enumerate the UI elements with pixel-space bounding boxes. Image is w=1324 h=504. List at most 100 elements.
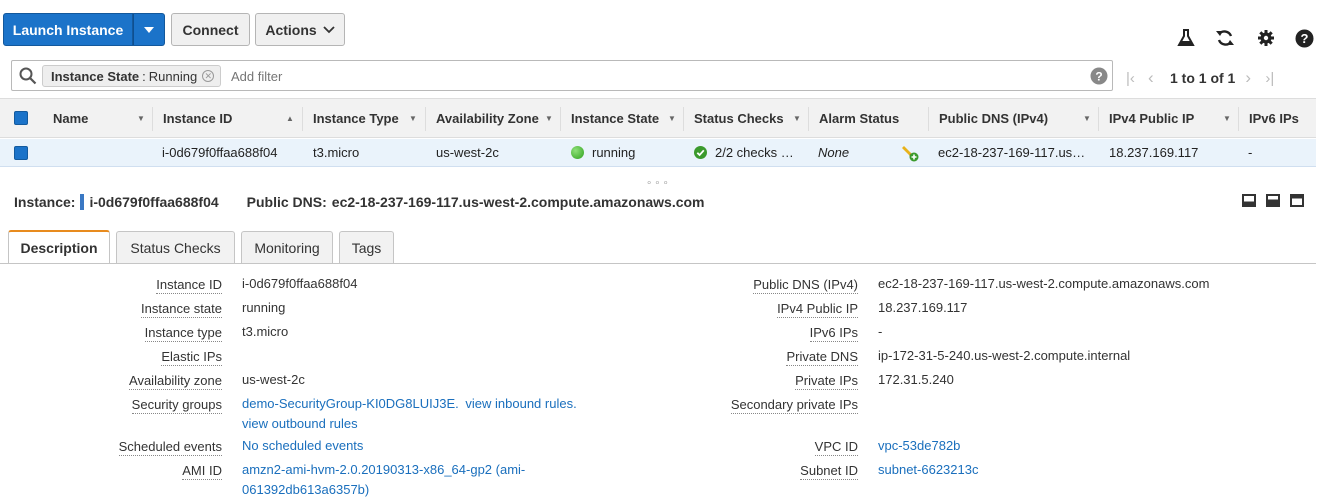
prev-page-button[interactable]: ‹ bbox=[1148, 68, 1168, 88]
ami-id-link[interactable]: amzn2-ami-hvm-2.0.20190313-x86_64-gp2 (a… bbox=[242, 462, 525, 477]
filter-chip[interactable]: Instance State : Running ✕ bbox=[42, 65, 222, 87]
running-status-icon bbox=[571, 146, 584, 159]
security-group-link[interactable]: demo-SecurityGroup-KI0DG8LUIJ3E. bbox=[242, 396, 459, 411]
label-instance-state: Instance state bbox=[141, 301, 222, 318]
sort-caret-icon[interactable]: ▼ bbox=[545, 114, 553, 123]
row-checkbox[interactable] bbox=[14, 146, 28, 160]
label-subnet-id: Subnet ID bbox=[800, 463, 858, 480]
sort-asc-icon[interactable]: ▲ bbox=[286, 114, 294, 123]
label-security-groups: Security groups bbox=[131, 397, 222, 414]
col-status-checks[interactable]: Status Checks bbox=[694, 99, 790, 137]
vpc-id-link[interactable]: vpc-53de782b bbox=[878, 438, 960, 453]
last-page-button[interactable]: ›| bbox=[1265, 70, 1274, 87]
panel-resize-handle[interactable]: ∘∘∘ bbox=[646, 179, 671, 189]
col-alarm-status[interactable]: Alarm Status bbox=[819, 99, 919, 137]
col-name[interactable]: Name bbox=[53, 99, 133, 137]
col-public-dns[interactable]: Public DNS (IPv4) bbox=[939, 99, 1079, 137]
flask-icon[interactable] bbox=[1176, 28, 1196, 48]
connect-button[interactable]: Connect bbox=[171, 13, 250, 46]
pager-text: 1 to 1 of 1 bbox=[1170, 70, 1236, 86]
label-instance-type: Instance type bbox=[144, 325, 222, 342]
sort-caret-icon[interactable]: ▼ bbox=[137, 114, 145, 123]
cell-name bbox=[53, 139, 143, 166]
label-instance-id: Instance ID bbox=[156, 277, 222, 294]
gear-icon[interactable] bbox=[1256, 28, 1276, 48]
filter-chip-value: Running bbox=[148, 68, 198, 84]
label-private-dns: Private DNS bbox=[786, 349, 858, 366]
remove-filter-icon[interactable]: ✕ bbox=[202, 70, 215, 82]
filter-help-icon[interactable]: ? bbox=[1090, 67, 1108, 85]
value-instance-state: running bbox=[242, 300, 286, 315]
launch-instance-button[interactable]: Launch Instance bbox=[3, 13, 133, 46]
launch-dropdown-button[interactable] bbox=[133, 13, 165, 46]
subnet-id-link[interactable]: subnet-6623213c bbox=[878, 462, 978, 477]
sort-caret-icon[interactable]: ▼ bbox=[409, 114, 417, 123]
cell-ipv6-ips: - bbox=[1248, 145, 1253, 160]
tab-description[interactable]: Description bbox=[8, 230, 110, 264]
label-ipv4-public-ip: IPv4 Public IP bbox=[777, 301, 858, 318]
public-dns-heading: ec2-18-237-169-117.us-west-2.compute.ama… bbox=[331, 194, 705, 210]
value-security-groups: demo-SecurityGroup-KI0DG8LUIJ3E. view in… bbox=[242, 396, 577, 411]
check-circle-icon bbox=[694, 146, 707, 159]
chevron-down-icon bbox=[323, 25, 335, 33]
col-availability-zone[interactable]: Availability Zone bbox=[436, 99, 544, 137]
col-instance-id[interactable]: Instance ID bbox=[163, 99, 283, 137]
col-instance-state[interactable]: Instance State bbox=[571, 99, 665, 137]
cell-instance-state: running bbox=[571, 139, 681, 166]
next-page-button[interactable]: › bbox=[1245, 68, 1265, 88]
tab-monitoring[interactable]: Monitoring bbox=[241, 231, 333, 263]
table-row[interactable]: i-0d679f0ffaa688f04 t3.micro us-west-2c … bbox=[0, 139, 1316, 167]
instance-color-tag bbox=[80, 194, 85, 210]
instance-id-heading: i-0d679f0ffaa688f04 bbox=[89, 194, 219, 210]
add-filter-input[interactable] bbox=[231, 65, 831, 87]
label-scheduled-events: Scheduled events bbox=[118, 439, 222, 456]
col-instance-type[interactable]: Instance Type bbox=[313, 99, 405, 137]
sort-caret-icon[interactable]: ▼ bbox=[1223, 114, 1231, 123]
cell-instance-type: t3.micro bbox=[313, 145, 360, 160]
label-elastic-ips: Elastic IPs bbox=[161, 349, 222, 366]
help-icon[interactable]: ? bbox=[1294, 28, 1314, 48]
value-ipv4-public-ip: 18.237.169.117 bbox=[878, 300, 968, 315]
svg-text:?: ? bbox=[1300, 31, 1308, 46]
detail-header: Instance: i-0d679f0ffaa688f04 Public DNS… bbox=[14, 193, 705, 211]
label-availability-zone: Availability zone bbox=[129, 373, 222, 390]
connect-label: Connect bbox=[182, 21, 239, 38]
sort-caret-icon[interactable]: ▼ bbox=[668, 114, 676, 123]
filter-bar[interactable]: Instance State : Running ✕ ? bbox=[11, 60, 1113, 91]
value-availability-zone: us-west-2c bbox=[242, 372, 305, 387]
svg-text:?: ? bbox=[1095, 70, 1102, 84]
create-alarm-icon[interactable] bbox=[901, 144, 919, 162]
value-private-ips: 172.31.5.240 bbox=[878, 372, 954, 387]
chevron-down-icon bbox=[144, 26, 154, 33]
value-instance-id: i-0d679f0ffaa688f04 bbox=[242, 276, 358, 291]
select-all-checkbox[interactable] bbox=[14, 111, 28, 125]
sort-caret-icon[interactable]: ▼ bbox=[1083, 114, 1091, 123]
sort-caret-icon[interactable]: ▼ bbox=[793, 114, 801, 123]
cell-ipv4-public-ip: 18.237.169.117 bbox=[1109, 145, 1199, 160]
first-page-button[interactable]: |‹ bbox=[1126, 70, 1148, 87]
scheduled-events-link[interactable]: No scheduled events bbox=[242, 438, 363, 453]
cell-alarm-status: None bbox=[818, 145, 850, 160]
label-ami-id: AMI ID bbox=[182, 463, 222, 480]
layout-top-icon[interactable] bbox=[1290, 194, 1304, 207]
cell-public-dns: ec2-18-237-169-117.us… bbox=[938, 145, 1086, 160]
view-outbound-rules-link[interactable]: view outbound rules bbox=[242, 416, 358, 431]
tab-status-checks[interactable]: Status Checks bbox=[116, 231, 235, 263]
public-dns-label: Public DNS: bbox=[246, 194, 327, 210]
instance-label: Instance: bbox=[14, 194, 76, 210]
filter-chip-key: Instance State bbox=[51, 68, 140, 84]
cell-status-checks: 2/2 checks … bbox=[694, 139, 804, 166]
tab-tags[interactable]: Tags bbox=[339, 231, 394, 263]
label-vpc-id: VPC ID bbox=[814, 439, 858, 456]
col-ipv6-ips[interactable]: IPv6 IPs bbox=[1249, 99, 1309, 137]
actions-button[interactable]: Actions bbox=[255, 13, 345, 46]
refresh-icon[interactable] bbox=[1215, 28, 1235, 48]
layout-bottom-icon[interactable] bbox=[1242, 194, 1256, 207]
ami-id-link-cont[interactable]: 061392db613a6357b) bbox=[242, 482, 369, 497]
layout-split-icon[interactable] bbox=[1266, 194, 1280, 207]
col-ipv4-public-ip[interactable]: IPv4 Public IP bbox=[1109, 99, 1219, 137]
label-private-ips: Private IPs bbox=[795, 373, 858, 390]
label-secondary-private-ips: Secondary private IPs bbox=[730, 397, 858, 414]
value-private-dns: ip-172-31-5-240.us-west-2.compute.intern… bbox=[878, 348, 1131, 363]
view-inbound-rules-link[interactable]: view inbound rules. bbox=[465, 396, 576, 411]
